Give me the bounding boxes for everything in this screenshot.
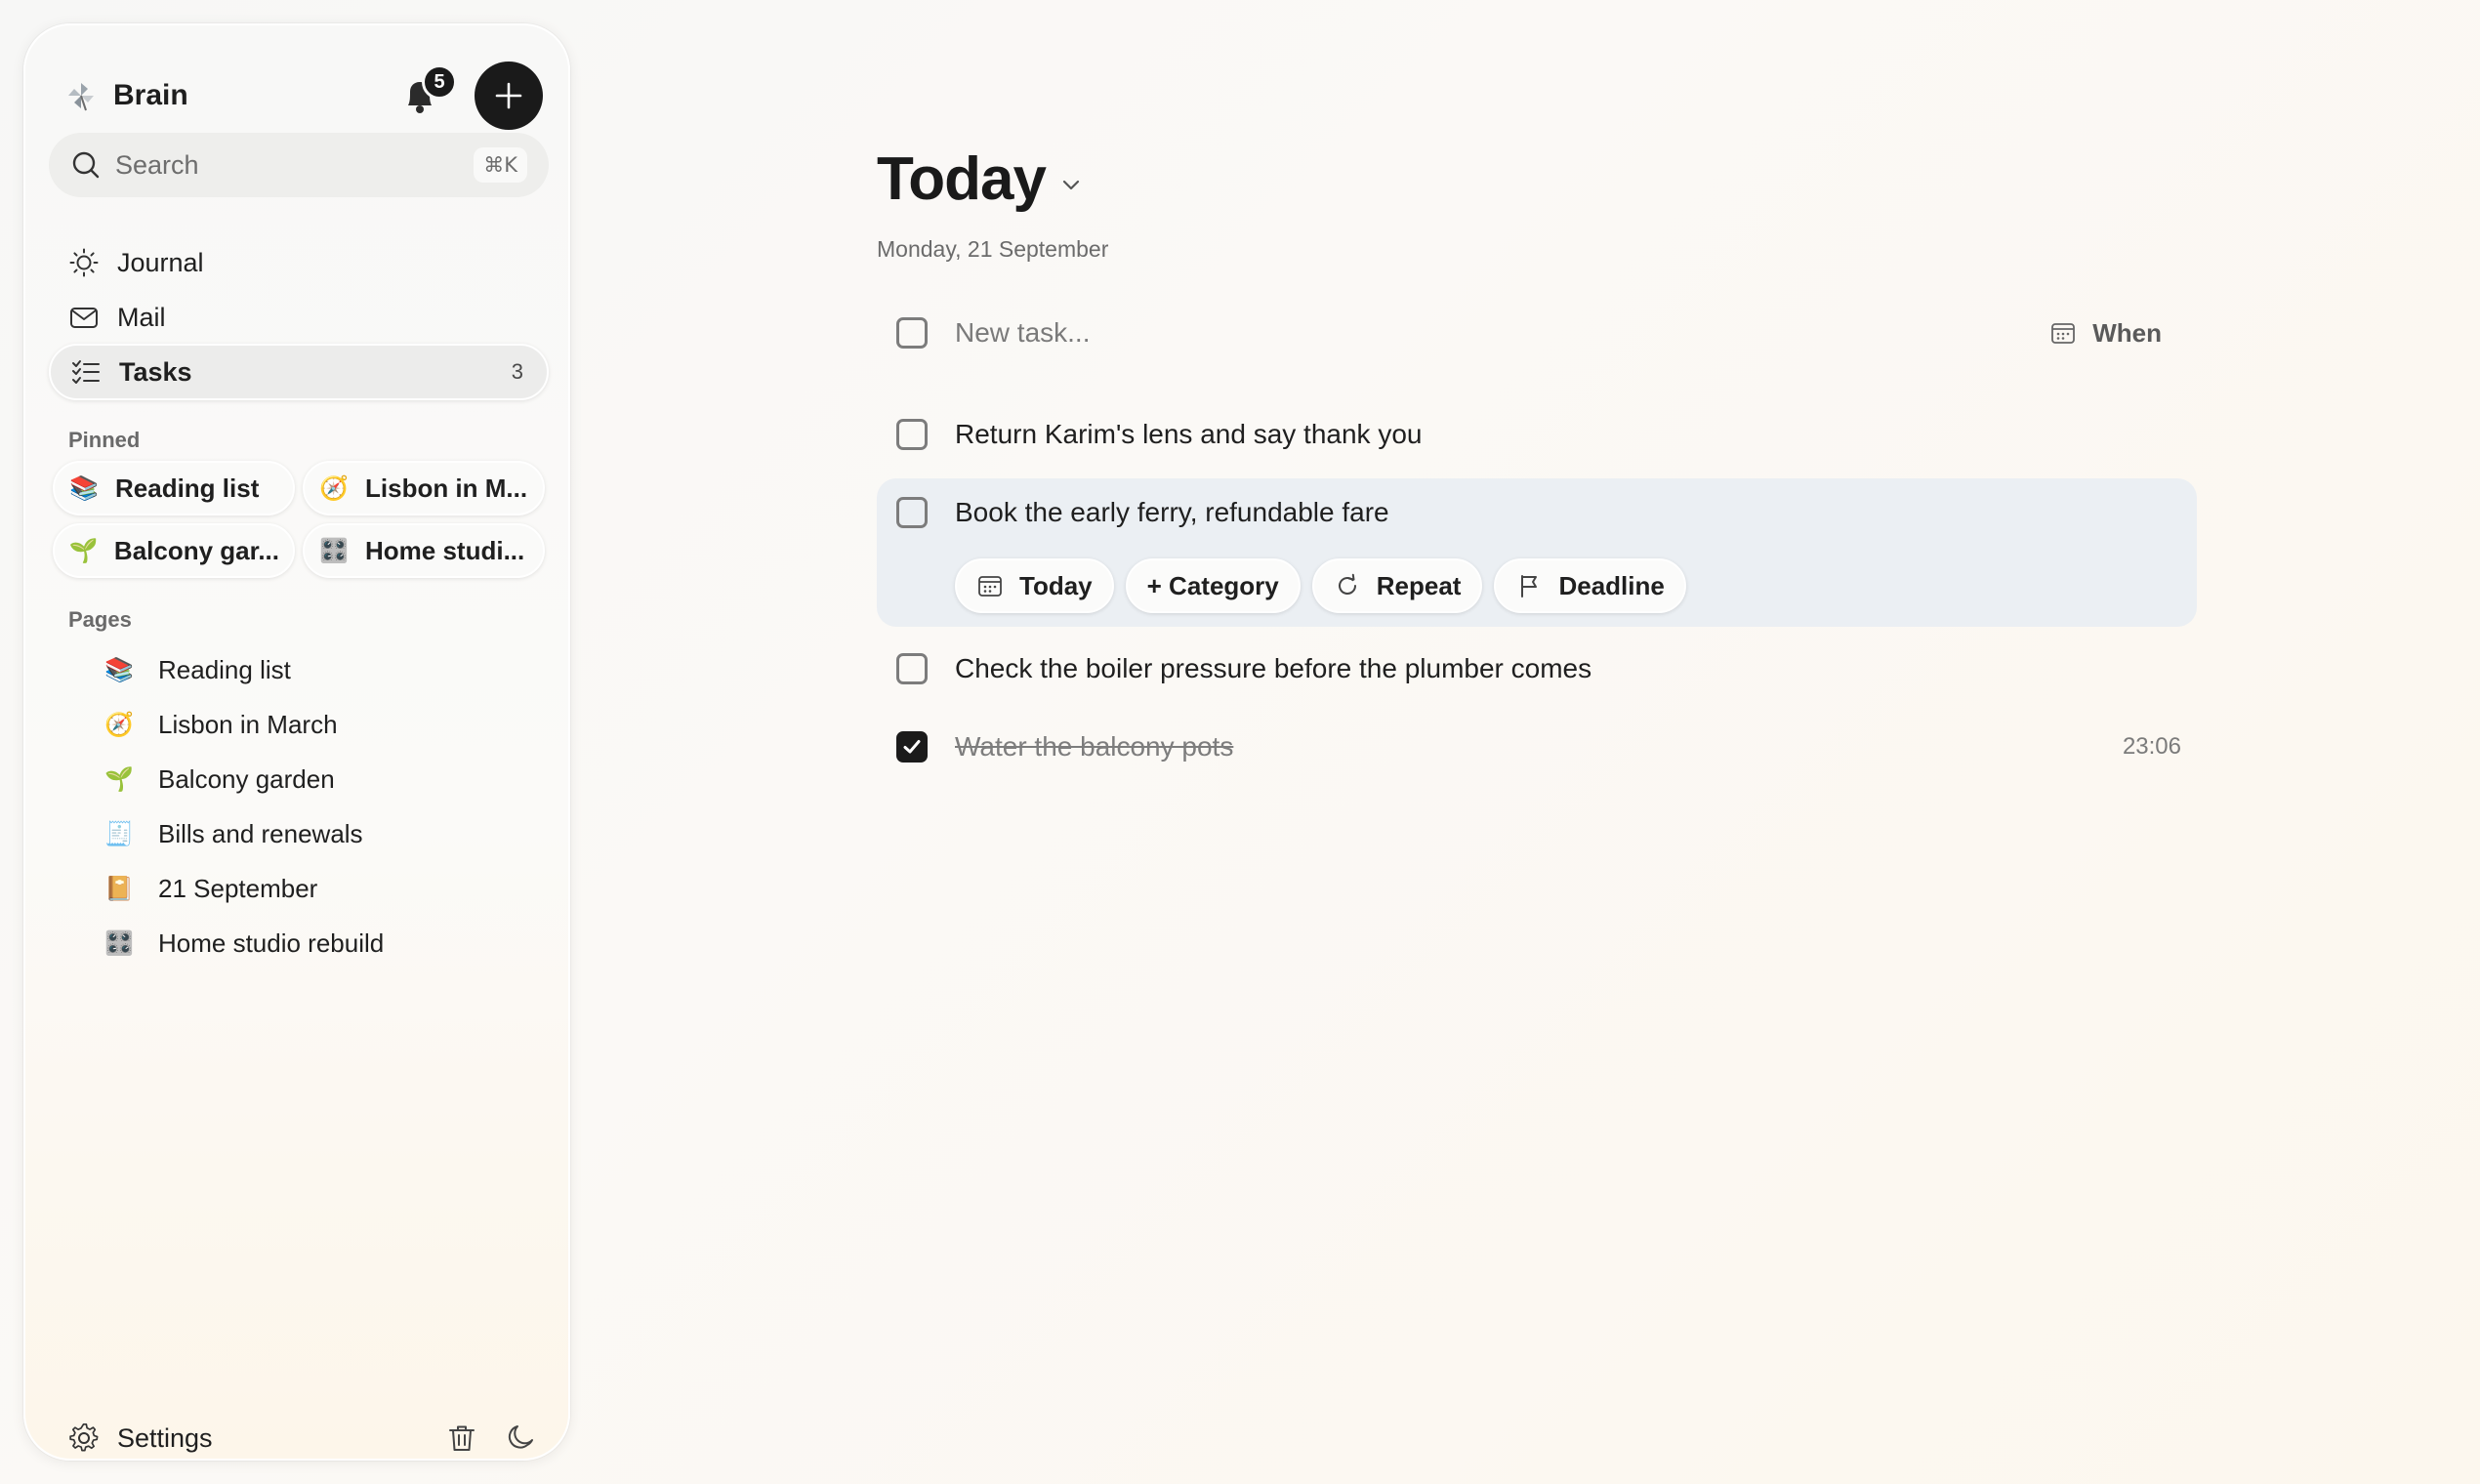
page-item-lisbon[interactable]: 🧭 Lisbon in March [103,699,338,750]
page-label: Home studio rebuild [158,928,385,958]
today-chip[interactable]: Today [955,558,1114,613]
tasks-count-badge: 3 [511,359,523,384]
search-shortcut-badge: ⌘K [474,147,527,183]
pinned-label: Balcony gar... [113,535,279,565]
task-row[interactable]: Return Karim's lens and say thank you [877,410,2197,459]
moon-icon[interactable] [504,1422,537,1455]
task-checkbox[interactable] [896,497,928,528]
add-button[interactable] [475,62,543,130]
repeat-chip[interactable]: Repeat [1311,558,1483,613]
repeat-icon [1338,573,1356,595]
page-label: Balcony garden [158,763,335,794]
sidebar-header: Brain 5 [64,55,543,137]
task-row-completed[interactable]: Water the balcony pots 23:06 [877,722,2197,771]
nav-label-mail: Mail [117,302,166,332]
task-completed-time: 23:06 [2122,733,2181,760]
today-chip-label: Today [1019,570,1093,600]
task-properties: Today + Category Repeat Deadline [955,558,1698,613]
calendar-icon [2051,323,2076,344]
task-text: Return Karim's lens and say thank you [955,419,1423,449]
compass-icon: 🧭 [104,711,134,738]
books-icon: 📚 [104,656,134,683]
task-text: Water the balcony pots [955,731,1234,762]
nav-label-tasks: Tasks [119,356,192,387]
app-name: Brain [113,79,188,111]
nav-item-tasks[interactable]: Tasks 3 [49,344,549,400]
receipt-icon: 🧾 [104,820,134,847]
task-text: Check the boiler pressure before the plu… [955,653,1592,683]
page-item-21-september[interactable]: 📔 21 September [103,863,317,914]
mail-icon [70,308,98,328]
sidebar: Brain 5 Search ⌘K Journal Mail Tasks 3 P… [23,23,570,1461]
search-icon [72,151,100,179]
search-input[interactable]: Search ⌘K [49,133,549,197]
compass-icon: 🧭 [319,474,349,502]
task-checkbox-checked[interactable] [896,731,928,763]
notifications-button[interactable]: 5 [400,64,457,117]
settings-link[interactable]: Settings [117,1423,420,1454]
notebook-icon: 📔 [104,875,134,902]
page-item-balcony-garden[interactable]: 🌱 Balcony garden [103,754,335,804]
nav-item-mail[interactable]: Mail [49,289,549,346]
repeat-chip-label: Repeat [1376,570,1462,600]
page-item-reading-list[interactable]: 📚 Reading list [103,644,291,695]
calendar-icon [978,576,1002,597]
seedling-icon: 🌱 [68,537,99,564]
notification-count-badge: 5 [422,64,457,100]
page-item-bills[interactable]: 🧾 Bills and renewals [103,808,363,859]
search-placeholder: Search [115,149,199,180]
new-task-row: New task... When [877,309,2197,357]
trash-icon[interactable] [445,1422,478,1455]
task-row-selected[interactable]: Book the early ferry, refundable fare [877,488,2197,537]
pinwheel-icon [68,83,94,111]
plus-icon [495,82,522,109]
pinned-home-studio[interactable]: 🎛️ Home studi... [303,523,545,578]
control-knobs-icon: 🎛️ [319,537,349,564]
pinned-reading-list[interactable]: 📚 Reading list [53,461,295,515]
main-content: Today Monday, 21 September New task... W… [877,0,2197,1484]
control-knobs-icon: 🎛️ [104,929,134,957]
task-row[interactable]: Check the boiler pressure before the plu… [877,644,2197,693]
sidebar-footer: Settings [68,1414,537,1463]
pinned-label: Reading list [115,473,260,503]
pinned-label: Home studi... [365,535,525,565]
page-date: Monday, 21 September [877,236,1109,262]
checklist-icon [72,360,100,384]
category-chip[interactable]: + Category [1125,558,1301,613]
page-title: Today [877,145,1047,213]
pinned-label: Lisbon in M... [365,473,528,503]
page-label: Bills and renewals [158,818,363,848]
books-icon: 📚 [69,474,99,502]
category-chip-label: + Category [1146,570,1279,600]
when-button[interactable]: When [2049,318,2162,349]
new-task-checkbox [896,317,928,349]
new-task-input[interactable]: New task... [955,317,2049,349]
pages-section-label: Pages [68,607,132,632]
sun-icon [69,248,99,277]
nav-item-journal[interactable]: Journal [49,234,549,291]
pinned-balcony-garden[interactable]: 🌱 Balcony gar... [53,523,295,578]
chevron-down-icon [1062,180,1080,189]
page-label: Lisbon in March [158,709,338,739]
gear-icon[interactable] [68,1422,100,1454]
deadline-chip[interactable]: Deadline [1494,558,1686,613]
pinned-lisbon[interactable]: 🧭 Lisbon in M... [303,461,545,515]
page-item-home-studio[interactable]: 🎛️ Home studio rebuild [103,918,384,969]
deadline-chip-label: Deadline [1558,570,1665,600]
when-label: When [2092,317,2162,348]
seedling-icon: 🌱 [104,765,134,793]
flag-icon [1521,575,1538,598]
title-row[interactable]: Today [877,144,1085,214]
task-text: Book the early ferry, refundable fare [955,497,1389,527]
pinned-section-label: Pinned [68,428,141,452]
task-checkbox[interactable] [896,653,928,684]
nav-label-journal: Journal [117,247,204,277]
page-label: Reading list [158,654,291,684]
page-label: 21 September [158,873,318,903]
task-checkbox[interactable] [896,419,928,450]
checkmark-icon [903,740,921,754]
